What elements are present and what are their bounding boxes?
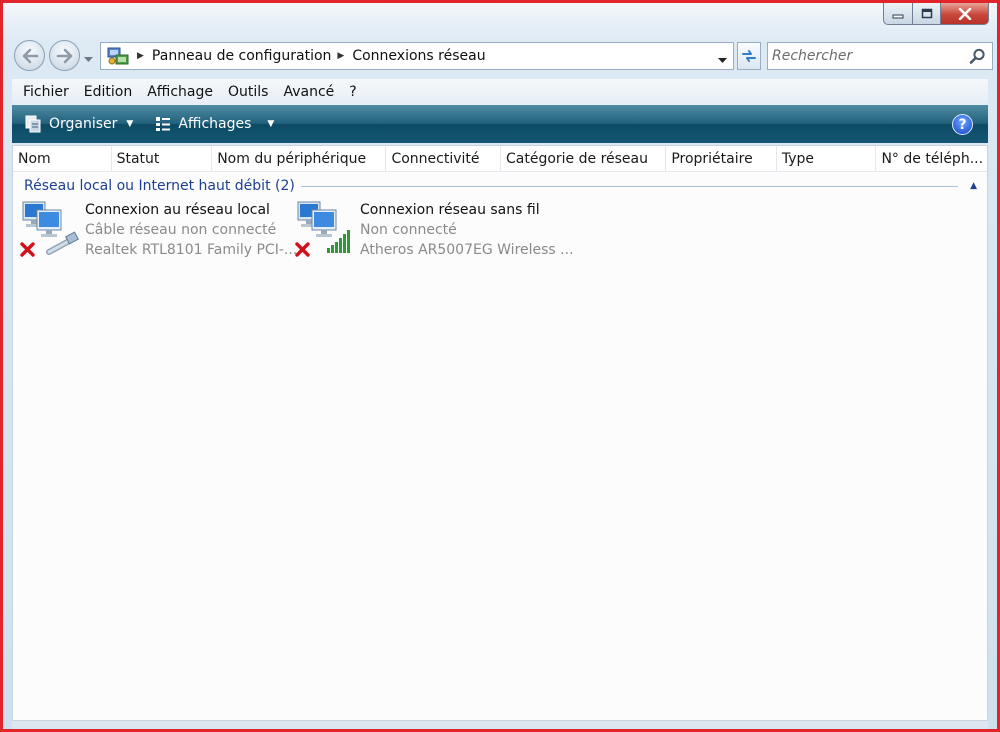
column-header-type[interactable]: Type [777, 146, 877, 172]
minimize-button[interactable] [883, 3, 913, 25]
connection-status: Non connecté [360, 222, 457, 238]
chevron-down-icon [84, 57, 93, 62]
forward-arrow-icon [56, 48, 72, 63]
organize-label: Organiser [49, 116, 118, 132]
chevron-down-icon: ▼ [267, 119, 275, 129]
status-bar [12, 721, 988, 729]
menu-advanced[interactable]: Avancé [276, 79, 342, 105]
breadcrumb-control-panel[interactable]: Panneau de configuration [152, 48, 331, 64]
column-header-network-category[interactable]: Catégorie de réseau [501, 146, 667, 172]
search-icon[interactable] [969, 48, 986, 69]
views-button[interactable]: Affichages ▼ [155, 116, 274, 132]
menu-view[interactable]: Affichage [140, 79, 221, 105]
connection-name: Connexion réseau sans fil [360, 202, 540, 218]
close-button[interactable] [941, 3, 989, 25]
close-icon [958, 7, 971, 20]
chevron-down-icon [718, 58, 727, 63]
collapse-group-icon[interactable]: ▲ [970, 181, 977, 191]
back-arrow-icon [22, 48, 38, 63]
control-panel-icon [105, 43, 131, 69]
group-header[interactable]: Réseau local ou Internet haut débit (2) … [24, 176, 977, 196]
connection-status: Câble réseau non connecté [85, 222, 277, 238]
chevron-down-icon: ▼ [126, 119, 134, 129]
connection-name: Connexion au réseau local [85, 202, 270, 218]
file-list-pane: Nom Statut Nom du périphérique Connectiv… [12, 145, 988, 721]
help-button[interactable]: ? [952, 114, 973, 135]
disconnected-x-icon [295, 242, 310, 257]
forward-button[interactable] [49, 40, 80, 71]
column-header-connectivity[interactable]: Connectivité [386, 146, 501, 172]
maximize-icon [921, 8, 932, 19]
signal-bars-icon [327, 230, 350, 253]
recent-pages-dropdown[interactable] [84, 51, 93, 67]
minimize-icon [892, 14, 904, 18]
organize-button[interactable]: Organiser ▼ [24, 115, 133, 133]
breadcrumb-separator-icon[interactable]: ▶ [137, 51, 144, 61]
connection-details: Connexion au réseau local Câble réseau n… [85, 200, 297, 262]
refresh-icon [742, 50, 756, 62]
window: ▶ Panneau de configuration ▶ Connexions … [0, 0, 1000, 732]
wireless-network-icon [294, 200, 356, 262]
column-header-device-name[interactable]: Nom du périphérique [212, 146, 387, 172]
caption-buttons [883, 3, 989, 25]
group-title: Réseau local ou Internet haut débit (2) [24, 178, 295, 194]
back-button[interactable] [14, 40, 45, 71]
connection-device: Realtek RTL8101 Family PCI-... [85, 242, 298, 258]
disconnected-x-icon [20, 242, 35, 257]
column-header-phone-number[interactable]: N° de téléph... [876, 146, 987, 172]
navigation-bar: ▶ Panneau de configuration ▶ Connexions … [13, 39, 993, 71]
views-icon [155, 116, 171, 132]
search-box[interactable] [767, 42, 993, 70]
lan-network-icon [19, 200, 81, 262]
address-bar[interactable]: ▶ Panneau de configuration ▶ Connexions … [100, 42, 734, 70]
help-icon: ? [958, 116, 967, 133]
breadcrumb-separator-icon[interactable]: ▶ [337, 51, 344, 61]
group-divider [300, 185, 959, 187]
refresh-button[interactable] [737, 42, 761, 70]
connection-details: Connexion réseau sans fil Non connecté A… [360, 200, 574, 262]
menu-bar: Fichier Edition Affichage Outils Avancé … [12, 79, 988, 105]
views-label: Affichages [178, 116, 252, 132]
command-toolbar: Organiser ▼ Affichages ▼ ? [12, 105, 988, 143]
breadcrumb-network-connections[interactable]: Connexions réseau [352, 48, 485, 64]
search-input[interactable] [768, 44, 963, 68]
column-header-owner[interactable]: Propriétaire [666, 146, 777, 172]
menu-file[interactable]: Fichier [16, 79, 77, 105]
column-header-status[interactable]: Statut [112, 146, 213, 172]
organize-icon [24, 115, 42, 133]
menu-edit[interactable]: Edition [77, 79, 140, 105]
maximize-button[interactable] [913, 3, 941, 25]
menu-help[interactable]: ? [342, 79, 364, 105]
connection-device: Atheros AR5007EG Wireless ... [360, 242, 574, 258]
list-item[interactable]: Connexion au réseau local Câble réseau n… [19, 200, 297, 262]
column-headers: Nom Statut Nom du périphérique Connectiv… [13, 146, 987, 172]
list-item[interactable]: Connexion réseau sans fil Non connecté A… [294, 200, 574, 262]
column-header-name[interactable]: Nom [13, 146, 112, 172]
address-history-dropdown[interactable] [718, 52, 727, 68]
menu-tools[interactable]: Outils [221, 79, 276, 105]
